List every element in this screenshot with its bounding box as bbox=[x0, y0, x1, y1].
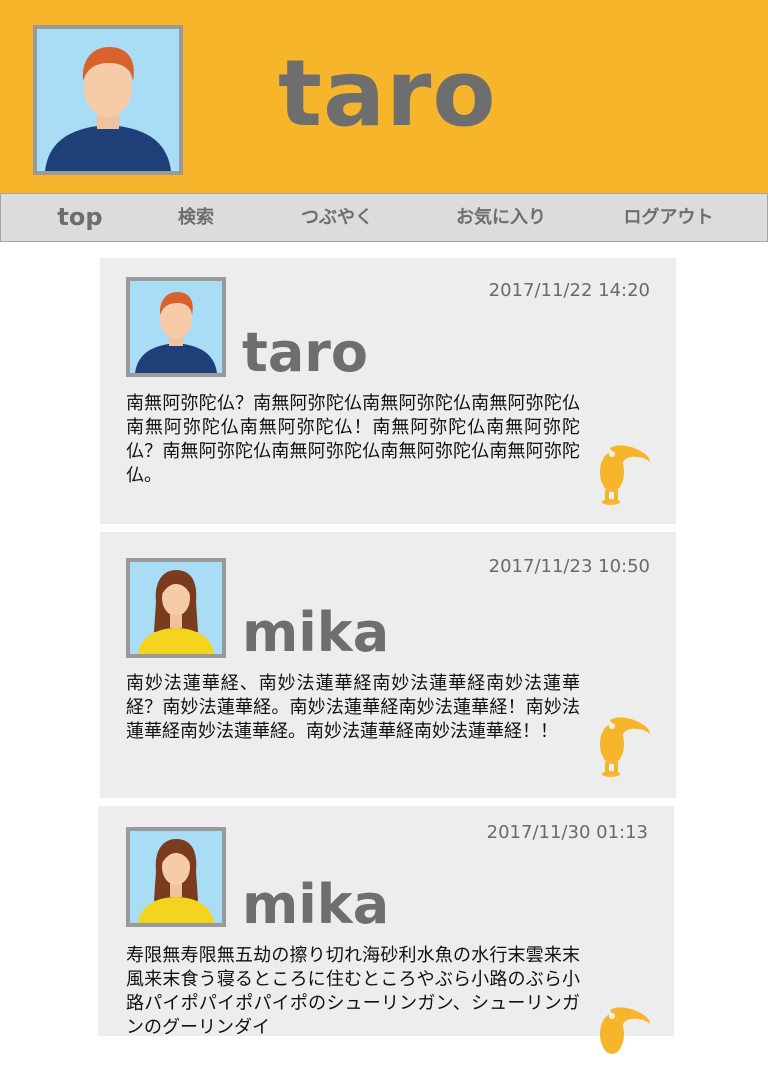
post-date: 2017/11/22 14:20 bbox=[488, 280, 650, 301]
post-date: 2017/11/30 01:13 bbox=[486, 822, 648, 843]
male-avatar-icon bbox=[37, 29, 179, 171]
header: taro bbox=[0, 0, 768, 193]
toucan-icon[interactable] bbox=[596, 714, 652, 778]
post-date: 2017/11/23 10:50 bbox=[488, 556, 650, 577]
post-card: 2017/11/22 14:20 taro 南無阿弥陀仏？南無阿弥陀仏南無阿弥陀… bbox=[100, 258, 676, 524]
female-avatar-icon bbox=[130, 562, 222, 654]
male-avatar-icon bbox=[130, 281, 222, 373]
nav-item-tweet[interactable]: つぶやく bbox=[281, 194, 393, 241]
post-username[interactable]: mika bbox=[242, 606, 389, 660]
profile-avatar[interactable] bbox=[33, 25, 183, 175]
nav-bar: top 検索 つぶやく お気に入り ログアウト bbox=[0, 193, 768, 242]
post-username[interactable]: taro bbox=[242, 326, 368, 380]
toucan-icon[interactable] bbox=[596, 1004, 652, 1068]
post-body: 寿限無寿限無五劫の擦り切れ海砂利水魚の水行末雲来末風来末食う寝るところに住むとこ… bbox=[126, 945, 580, 1038]
nav-item-top[interactable]: top bbox=[21, 194, 139, 241]
post-avatar[interactable] bbox=[126, 277, 226, 377]
post-body: 南妙法蓮華経、南妙法蓮華経南妙法蓮華経南妙法蓮華経？南妙法蓮華経。南妙法蓮華経南… bbox=[126, 673, 580, 742]
post-card: 2017/11/30 01:13 mika 寿限無寿限無五劫の擦り切れ海砂利水魚… bbox=[98, 806, 674, 1054]
nav-item-logout[interactable]: ログアウト bbox=[601, 194, 736, 241]
nav-item-favorites[interactable]: お気に入り bbox=[431, 194, 571, 241]
post-avatar[interactable] bbox=[126, 827, 226, 927]
post-avatar[interactable] bbox=[126, 558, 226, 658]
page-title: taro bbox=[278, 40, 497, 147]
post-username[interactable]: mika bbox=[242, 878, 389, 932]
nav-item-search[interactable]: 検索 bbox=[146, 194, 246, 241]
post-body: 南無阿弥陀仏？南無阿弥陀仏南無阿弥陀仏南無阿弥陀仏南無阿弥陀仏南無阿弥陀仏！南無… bbox=[126, 393, 580, 486]
female-avatar-icon bbox=[130, 831, 222, 923]
toucan-icon[interactable] bbox=[596, 442, 652, 506]
post-card: 2017/11/23 10:50 mika 南妙法蓮華経、南妙法蓮華経南妙法蓮華… bbox=[100, 532, 676, 798]
